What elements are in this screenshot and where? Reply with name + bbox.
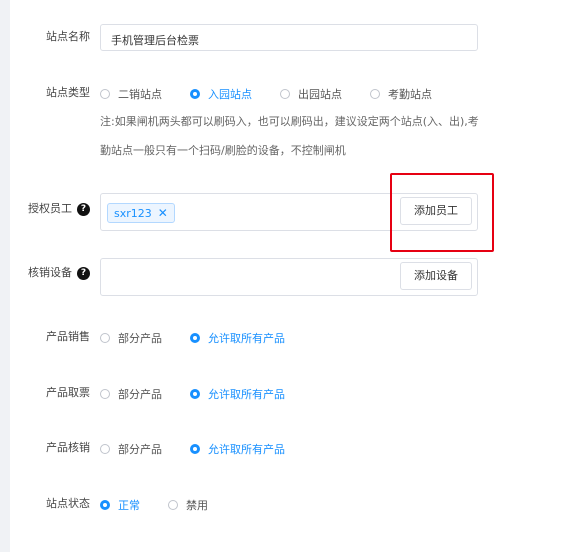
- radio-label: 允许取所有产品: [208, 443, 285, 456]
- radio-label: 部分产品: [118, 388, 162, 401]
- radio-circle: [168, 500, 178, 510]
- radio-circle: [370, 89, 380, 99]
- site-status-label: 站点状态: [46, 497, 90, 510]
- product-pickup-label: 产品取票: [46, 386, 90, 399]
- device-label: 核销设备?: [28, 266, 90, 280]
- radio-circle: [100, 444, 110, 454]
- device-label-text: 核销设备: [28, 266, 72, 279]
- close-icon[interactable]: ✕: [158, 206, 168, 220]
- site-type-radio-secondary-sales[interactable]: 二销站点: [100, 86, 162, 102]
- site-type-radio-exit[interactable]: 出园站点: [280, 86, 342, 102]
- radio-label: 部分产品: [118, 332, 162, 345]
- product-sales-label: 产品销售: [46, 330, 90, 343]
- radio-circle: [190, 89, 200, 99]
- site-name-input[interactable]: 手机管理后台检票: [100, 24, 478, 51]
- radio-label: 允许取所有产品: [208, 332, 285, 345]
- site-type-radio-attendance[interactable]: 考勤站点: [370, 86, 432, 102]
- site-type-note-line1: 注:如果闸机两头都可以刷码入，也可以刷码出，建议设定两个站点(入、出),考: [100, 115, 479, 128]
- site-status-radio-disabled[interactable]: 禁用: [168, 497, 208, 513]
- staff-label: 授权员工?: [28, 202, 90, 216]
- help-icon[interactable]: ?: [77, 266, 90, 280]
- radio-label: 禁用: [186, 499, 208, 512]
- site-status-radio-normal[interactable]: 正常: [100, 497, 140, 513]
- radio-circle: [100, 333, 110, 343]
- product-verify-radio-all[interactable]: 允许取所有产品: [190, 441, 285, 457]
- radio-circle: [190, 333, 200, 343]
- product-pickup-radio-all[interactable]: 允许取所有产品: [190, 386, 285, 402]
- radio-circle: [280, 89, 290, 99]
- staff-tag-label: sxr123: [114, 207, 152, 220]
- radio-circle: [100, 500, 110, 510]
- site-name-label: 站点名称: [46, 30, 90, 43]
- radio-label: 出园站点: [298, 88, 342, 101]
- product-verify-label: 产品核销: [46, 441, 90, 454]
- radio-label: 部分产品: [118, 443, 162, 456]
- radio-label: 正常: [118, 499, 140, 512]
- site-type-label: 站点类型: [46, 86, 90, 99]
- site-type-note-line2: 勤站点一般只有一个扫码/刷脸的设备，不控制闸机: [100, 144, 346, 157]
- product-sales-radio-partial[interactable]: 部分产品: [100, 330, 162, 346]
- help-icon[interactable]: ?: [77, 202, 90, 216]
- product-verify-radio-partial[interactable]: 部分产品: [100, 441, 162, 457]
- radio-label: 考勤站点: [388, 88, 432, 101]
- radio-label: 允许取所有产品: [208, 388, 285, 401]
- radio-circle: [100, 89, 110, 99]
- staff-tag: sxr123 ✕: [107, 203, 175, 223]
- radio-label: 二销站点: [118, 88, 162, 101]
- add-device-button[interactable]: 添加设备: [400, 262, 472, 290]
- radio-circle: [190, 444, 200, 454]
- product-sales-radio-all[interactable]: 允许取所有产品: [190, 330, 285, 346]
- site-name-value: 手机管理后台检票: [111, 34, 199, 47]
- site-type-radio-entry[interactable]: 入园站点: [190, 86, 252, 102]
- radio-label: 入园站点: [208, 88, 252, 101]
- radio-circle: [100, 389, 110, 399]
- highlight-box: [390, 173, 494, 252]
- radio-circle: [190, 389, 200, 399]
- product-pickup-radio-partial[interactable]: 部分产品: [100, 386, 162, 402]
- staff-label-text: 授权员工: [28, 202, 72, 215]
